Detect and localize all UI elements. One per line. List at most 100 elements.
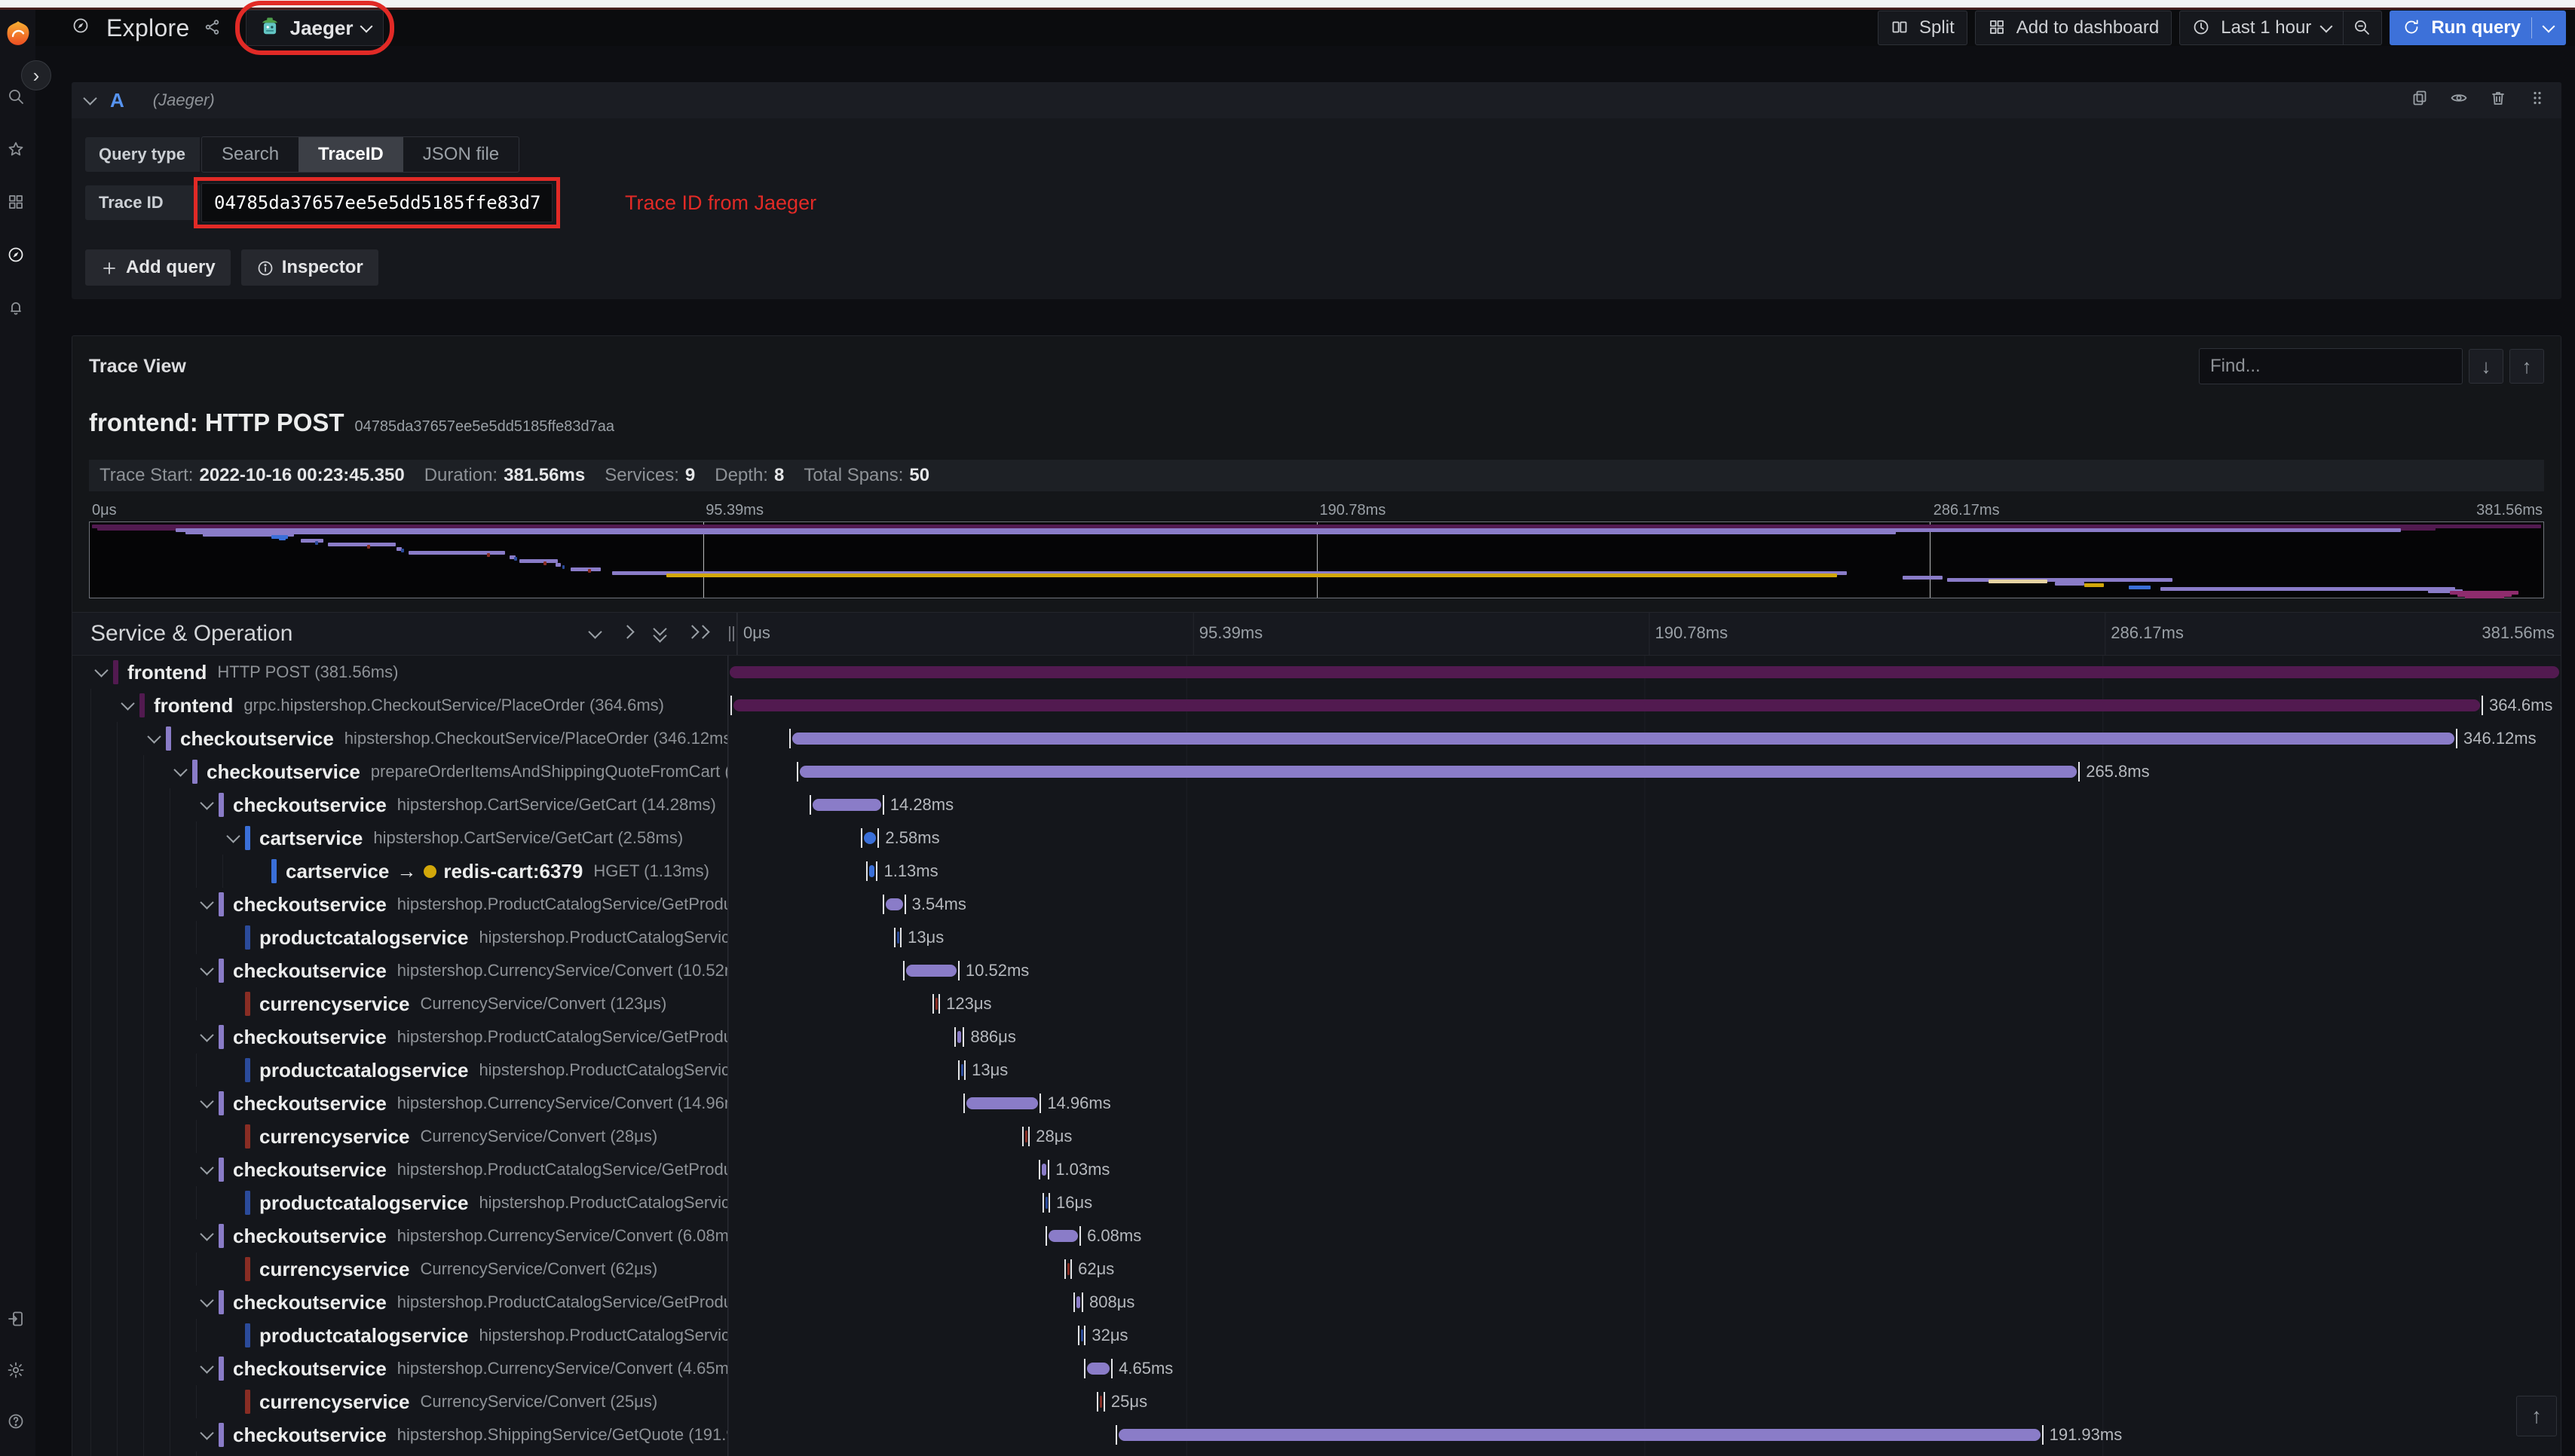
span-row[interactable]: cartservice hipstershop.CartService/GetCa… [72, 821, 2561, 855]
span-name-cell[interactable]: shippingserviceget-quote (181.98ms) [72, 1451, 728, 1456]
span-name-cell[interactable]: checkoutservice hipstershop.CurrencyServi… [72, 1087, 728, 1120]
span-name-cell[interactable]: checkoutservice hipstershop.CartService/G… [72, 788, 728, 821]
span-bar[interactable] [886, 898, 903, 910]
span-bar[interactable] [1024, 1130, 1027, 1142]
span-name-cell[interactable]: checkoutservice hipstershop.CheckoutServi… [72, 722, 728, 755]
gear-icon[interactable] [7, 1361, 29, 1384]
span-name-cell[interactable]: checkoutservice hipstershop.ShippingServi… [72, 1418, 728, 1451]
span-bar[interactable] [799, 766, 2077, 778]
span-name-cell[interactable]: currencyservice CurrencyService/Convert (… [72, 1120, 728, 1153]
minimap-canvas[interactable] [89, 522, 2544, 598]
span-row[interactable]: checkoutservice hipstershop.ProductCatalo… [72, 1020, 2561, 1054]
sidebar-expand-button[interactable]: › [21, 60, 51, 90]
span-name-cell[interactable]: productcatalogservice hipstershop.Product… [72, 1186, 728, 1219]
dashboards-icon[interactable] [7, 193, 29, 216]
span-collapse-chevron[interactable] [196, 1094, 217, 1109]
alerting-bell-icon[interactable] [7, 298, 29, 321]
span-row[interactable]: frontend grpc.hipstershop.CheckoutService… [72, 689, 2561, 722]
tab-search[interactable]: Search [202, 137, 299, 172]
explore-compass-icon[interactable] [7, 246, 29, 268]
span-name-cell[interactable]: currencyservice CurrencyService/Convert (… [72, 1385, 728, 1418]
span-bar[interactable] [812, 799, 881, 811]
span-name-cell[interactable]: productcatalogservice hipstershop.Product… [72, 921, 728, 954]
datasource-picker[interactable]: Jaeger [245, 10, 384, 46]
span-name-cell[interactable]: checkoutservice hipstershop.CurrencyServi… [72, 1352, 728, 1385]
span-bar[interactable] [863, 832, 877, 844]
share-alt-icon[interactable] [204, 18, 223, 38]
span-row[interactable]: checkoutservice hipstershop.ProductCatalo… [72, 1153, 2561, 1186]
span-row[interactable]: currencyservice CurrencyService/Convert (… [72, 987, 2561, 1020]
span-collapse-chevron[interactable] [196, 1426, 217, 1440]
span-row[interactable]: checkoutservice hipstershop.ProductCatalo… [72, 888, 2561, 921]
find-next-button[interactable]: ↓ [2469, 349, 2503, 384]
span-collapse-chevron[interactable] [196, 962, 217, 976]
delete-query-trash-icon[interactable] [2489, 89, 2509, 112]
span-name-cell[interactable]: currencyservice CurrencyService/Convert (… [72, 1253, 728, 1286]
span-name-cell[interactable]: currencyservice CurrencyService/Convert (… [72, 987, 728, 1020]
span-row[interactable]: checkoutservice hipstershop.CurrencyServi… [72, 1087, 2561, 1120]
span-name-cell[interactable]: cartservice → redis-cart:6379 HGET (1.13ms) [72, 855, 728, 888]
span-name-cell[interactable]: productcatalogservice hipstershop.Product… [72, 1319, 728, 1352]
collapse-query-icon[interactable] [83, 91, 97, 106]
span-row[interactable]: checkoutservice hipstershop.CheckoutServi… [72, 722, 2561, 755]
span-bar[interactable] [1041, 1164, 1047, 1176]
span-bar[interactable] [966, 1097, 1039, 1109]
span-name-cell[interactable]: checkoutservice hipstershop.ProductCatalo… [72, 888, 728, 921]
find-prev-button[interactable]: ↑ [2509, 349, 2544, 384]
span-row[interactable]: productcatalogservice hipstershop.Product… [72, 1186, 2561, 1219]
span-name-cell[interactable]: productcatalogservice hipstershop.Product… [72, 1054, 728, 1087]
span-name-cell[interactable]: checkoutservice hipstershop.ProductCatalo… [72, 1153, 728, 1186]
chevron-right-icon[interactable] [620, 625, 635, 639]
collapse-all-icon[interactable] [653, 621, 667, 643]
search-icon[interactable] [7, 87, 29, 110]
span-collapse-chevron[interactable] [222, 829, 243, 843]
span-collapse-chevron[interactable] [196, 1227, 217, 1241]
span-row[interactable]: frontend HTTP POST (381.56ms) [72, 656, 2561, 689]
tab-traceid[interactable]: TraceID [299, 137, 403, 172]
span-row[interactable]: currencyservice CurrencyService/Convert (… [72, 1120, 2561, 1153]
span-bar[interactable] [1118, 1429, 2041, 1441]
span-name-cell[interactable]: cartservice hipstershop.CartService/GetCa… [72, 821, 728, 855]
trace-id-input[interactable] [201, 183, 553, 222]
help-icon[interactable] [7, 1412, 29, 1435]
zoom-out-button[interactable] [2344, 11, 2383, 45]
span-collapse-chevron[interactable] [196, 796, 217, 810]
span-bar[interactable] [957, 1031, 962, 1043]
span-bar[interactable] [730, 666, 2559, 678]
column-resize-handle[interactable] [729, 626, 734, 641]
span-collapse-chevron[interactable] [143, 730, 164, 744]
span-row[interactable]: checkoutservice hipstershop.CurrencyServi… [72, 1352, 2561, 1385]
span-collapse-chevron[interactable] [196, 895, 217, 910]
span-row[interactable]: productcatalogservice hipstershop.Product… [72, 921, 2561, 954]
span-row[interactable]: checkoutservice hipstershop.CartService/G… [72, 788, 2561, 821]
span-row[interactable]: shippingserviceget-quote (181.98ms)181.9… [72, 1451, 2561, 1456]
star-icon[interactable] [7, 140, 29, 163]
tab-json-file[interactable]: JSON file [403, 137, 519, 172]
timeline-minimap[interactable]: 0μs 95.39ms 190.78ms 286.17ms 381.56ms [89, 500, 2544, 598]
span-name-cell[interactable]: checkoutservice hipstershop.CurrencyServi… [72, 1219, 728, 1253]
span-name-cell[interactable]: frontend HTTP POST (381.56ms) [72, 656, 728, 689]
chevron-down-icon[interactable] [588, 625, 602, 639]
span-bar[interactable] [733, 699, 2481, 711]
add-to-dashboard-button[interactable]: Add to dashboard [1974, 11, 2172, 45]
inspector-button[interactable]: Inspector [240, 249, 378, 286]
span-collapse-chevron[interactable] [196, 1161, 217, 1175]
span-collapse-chevron[interactable] [196, 1028, 217, 1042]
span-bar[interactable] [1049, 1230, 1079, 1242]
span-row[interactable]: checkoutservice hipstershop.ProductCatalo… [72, 1286, 2561, 1319]
span-collapse-chevron[interactable] [90, 663, 112, 678]
span-name-cell[interactable]: checkoutservice hipstershop.ProductCatalo… [72, 1286, 728, 1319]
span-collapse-chevron[interactable] [196, 1293, 217, 1308]
find-input[interactable] [2199, 348, 2463, 384]
grafana-logo[interactable] [4, 19, 32, 51]
span-row[interactable]: checkoutservice hipstershop.CurrencyServi… [72, 954, 2561, 987]
scroll-to-top-button[interactable]: ↑ [2516, 1396, 2557, 1436]
add-query-button[interactable]: Add query [85, 249, 231, 286]
run-query-button[interactable]: Run query [2390, 11, 2566, 45]
span-collapse-chevron[interactable] [170, 763, 191, 777]
span-bar[interactable] [869, 865, 875, 877]
drag-handle-icon[interactable] [2528, 89, 2548, 112]
duplicate-query-icon[interactable] [2411, 89, 2430, 112]
expand-all-icon[interactable] [685, 625, 710, 639]
span-name-cell[interactable]: checkoutservice prepareOrderItemsAndShipp… [72, 755, 728, 788]
